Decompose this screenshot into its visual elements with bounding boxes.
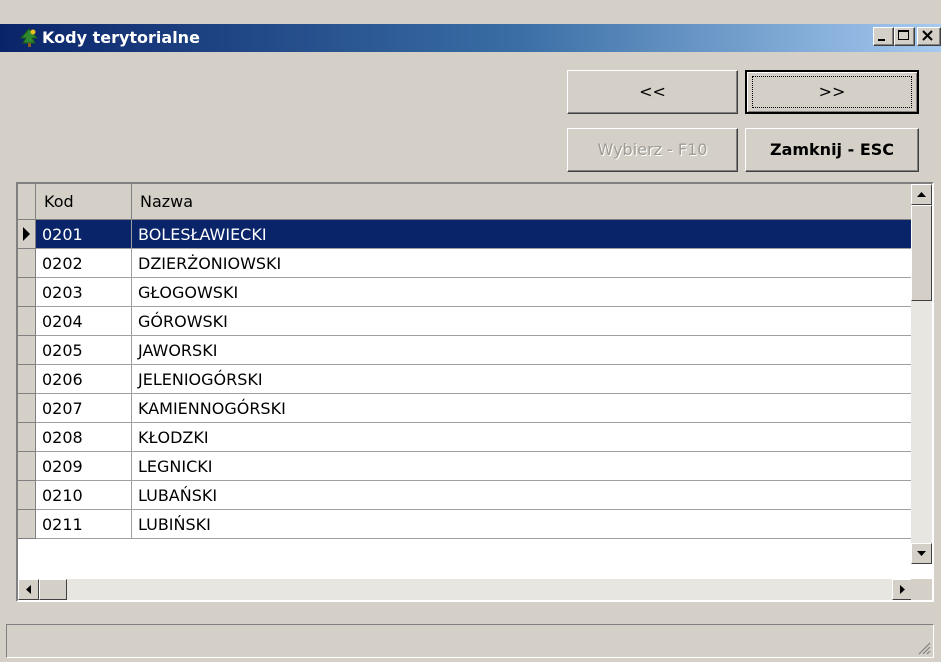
cell-kod[interactable]: 0210 bbox=[36, 481, 132, 510]
current-row-arrow-icon bbox=[23, 227, 30, 241]
title-bar[interactable]: Kody terytorialne bbox=[0, 24, 941, 52]
table-row[interactable]: 0206 JELENIOGÓRSKI bbox=[18, 365, 913, 394]
app-window: Kody terytorialne << >> Wybierz - F10 Za… bbox=[0, 0, 941, 662]
row-indicator[interactable] bbox=[18, 481, 36, 510]
horizontal-scrollbar[interactable] bbox=[18, 579, 913, 600]
table-row[interactable]: 0205 JAWORSKI bbox=[18, 336, 913, 365]
vertical-scrollbar[interactable] bbox=[911, 184, 932, 564]
cell-kod[interactable]: 0202 bbox=[36, 249, 132, 278]
scroll-left-button[interactable] bbox=[18, 579, 39, 600]
arrow-down-icon bbox=[917, 551, 926, 556]
table-row[interactable]: 0210 LUBAŃSKI bbox=[18, 481, 913, 510]
prev-page-button[interactable]: << bbox=[567, 70, 738, 114]
table-row[interactable]: 0209 LEGNICKI bbox=[18, 452, 913, 481]
cell-nazwa[interactable]: JELENIOGÓRSKI bbox=[132, 365, 913, 394]
table-row[interactable]: 0203 GŁOGOWSKI bbox=[18, 278, 913, 307]
cell-nazwa[interactable]: JAWORSKI bbox=[132, 336, 913, 365]
window-title: Kody terytorialne bbox=[42, 28, 200, 47]
cell-kod[interactable]: 0211 bbox=[36, 510, 132, 539]
cell-kod[interactable]: 0203 bbox=[36, 278, 132, 307]
row-indicator[interactable] bbox=[18, 452, 36, 481]
row-indicator[interactable] bbox=[18, 220, 36, 249]
row-indicator[interactable] bbox=[18, 423, 36, 452]
cell-nazwa[interactable]: LUBIŃSKI bbox=[132, 510, 913, 539]
data-grid[interactable]: Kod Nazwa 0201 BOLESŁAWIECKI 0202 DZIERŻONI… bbox=[16, 182, 934, 602]
cell-kod[interactable]: 0205 bbox=[36, 336, 132, 365]
row-indicator[interactable] bbox=[18, 307, 36, 336]
column-header-nazwa[interactable]: Nazwa bbox=[132, 184, 913, 220]
select-label: Wybierz - F10 bbox=[597, 140, 708, 159]
close-dialog-label: Zamknij - ESC bbox=[769, 140, 895, 159]
cell-kod[interactable]: 0206 bbox=[36, 365, 132, 394]
cell-nazwa[interactable]: DZIERŻONIOWSKI bbox=[132, 249, 913, 278]
cell-nazwa[interactable]: KAMIENNOGÓRSKI bbox=[132, 394, 913, 423]
row-indicator[interactable] bbox=[18, 278, 36, 307]
arrow-right-icon bbox=[900, 585, 905, 594]
minimize-button[interactable] bbox=[873, 27, 894, 46]
cell-nazwa[interactable]: BOLESŁAWIECKI bbox=[132, 220, 913, 249]
cell-nazwa[interactable]: GŁOGOWSKI bbox=[132, 278, 913, 307]
close-icon bbox=[922, 30, 933, 41]
table-row[interactable]: 0201 BOLESŁAWIECKI bbox=[18, 220, 913, 249]
arrow-left-icon bbox=[26, 585, 31, 594]
header-indicator bbox=[18, 184, 36, 220]
scroll-corner bbox=[911, 579, 932, 600]
vertical-scroll-thumb[interactable] bbox=[911, 205, 932, 301]
status-bar bbox=[6, 624, 934, 658]
table-row[interactable]: 0208 KŁODZKI bbox=[18, 423, 913, 452]
select-button[interactable]: Wybierz - F10 bbox=[567, 128, 738, 172]
row-indicator[interactable] bbox=[18, 249, 36, 278]
minimize-icon bbox=[878, 39, 885, 41]
horizontal-scroll-thumb[interactable] bbox=[39, 579, 67, 600]
table-row[interactable]: 0202 DZIERŻONIOWSKI bbox=[18, 249, 913, 278]
table-row[interactable]: 0207 KAMIENNOGÓRSKI bbox=[18, 394, 913, 423]
prev-page-label: << bbox=[639, 82, 666, 101]
maximize-icon bbox=[898, 30, 909, 40]
focus-rect bbox=[752, 76, 912, 108]
cell-kod[interactable]: 0204 bbox=[36, 307, 132, 336]
column-header-kod[interactable]: Kod bbox=[36, 184, 132, 220]
scroll-right-button[interactable] bbox=[892, 579, 913, 600]
cell-kod[interactable]: 0201 bbox=[36, 220, 132, 249]
cell-kod[interactable]: 0207 bbox=[36, 394, 132, 423]
row-indicator[interactable] bbox=[18, 510, 36, 539]
cell-nazwa[interactable]: KŁODZKI bbox=[132, 423, 913, 452]
scroll-down-button[interactable] bbox=[911, 543, 932, 564]
cell-nazwa[interactable]: GÓROWSKI bbox=[132, 307, 913, 336]
table-row[interactable]: 0211 LUBIŃSKI bbox=[18, 510, 913, 539]
arrow-up-icon bbox=[917, 192, 926, 197]
row-indicator[interactable] bbox=[18, 336, 36, 365]
tree-icon bbox=[19, 28, 39, 47]
maximize-button[interactable] bbox=[894, 27, 915, 46]
resize-grip-icon[interactable] bbox=[917, 641, 931, 655]
close-button[interactable] bbox=[917, 27, 941, 46]
close-dialog-button[interactable]: Zamknij - ESC bbox=[745, 128, 919, 172]
row-indicator[interactable] bbox=[18, 365, 36, 394]
cell-kod[interactable]: 0208 bbox=[36, 423, 132, 452]
cell-nazwa[interactable]: LUBAŃSKI bbox=[132, 481, 913, 510]
scroll-up-button[interactable] bbox=[911, 184, 932, 205]
table-row[interactable]: 0204 GÓROWSKI bbox=[18, 307, 913, 336]
next-page-button[interactable]: >> bbox=[745, 70, 919, 114]
row-indicator[interactable] bbox=[18, 394, 36, 423]
cell-nazwa[interactable]: LEGNICKI bbox=[132, 452, 913, 481]
cell-kod[interactable]: 0209 bbox=[36, 452, 132, 481]
